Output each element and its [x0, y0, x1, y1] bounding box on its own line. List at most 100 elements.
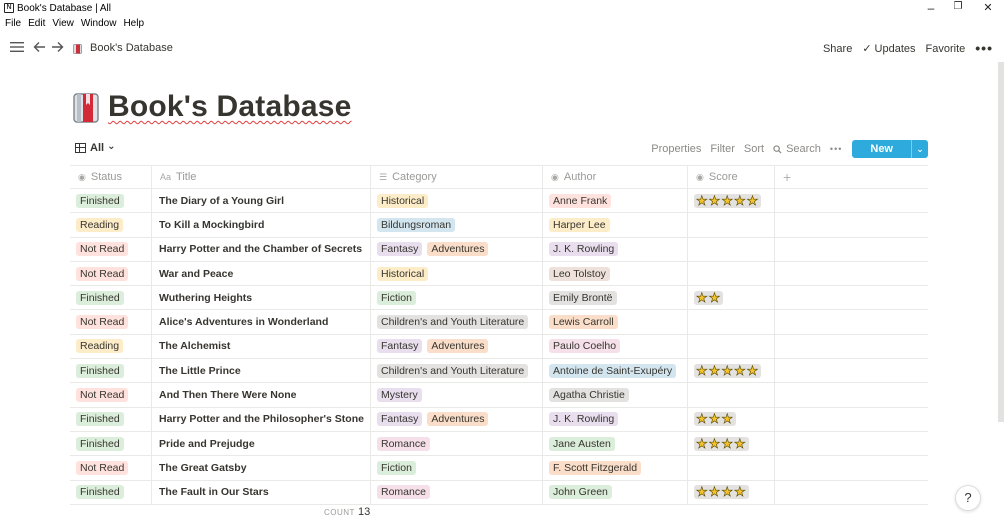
author-cell[interactable]: F. Scott Fitzgerald	[543, 456, 688, 480]
column-header-score[interactable]: ◉ Score	[688, 166, 775, 188]
category-cell[interactable]: Fantasy Adventures	[371, 237, 543, 261]
category-cell[interactable]: Children's and Youth Literature	[371, 310, 543, 334]
view-selector[interactable]: All ⌄	[75, 141, 115, 154]
column-header-title[interactable]: Aa Title	[152, 166, 371, 188]
category-cell[interactable]: Fantasy Adventures	[371, 334, 543, 359]
title-cell[interactable]: Wuthering Heights	[152, 286, 371, 310]
add-column-button[interactable]: +	[775, 166, 928, 188]
more-options-icon[interactable]: •••	[975, 41, 993, 55]
page-book-icon[interactable]	[73, 93, 99, 123]
score-cell[interactable]	[688, 237, 775, 261]
title-cell[interactable]: Pride and Prejudge	[152, 431, 371, 456]
score-cell[interactable]: ★ ★	[688, 286, 775, 310]
new-button[interactable]: New ⌄	[852, 140, 928, 158]
view-more-icon[interactable]: •••	[830, 144, 842, 154]
status-cell[interactable]: Reading	[70, 334, 152, 359]
status-cell[interactable]: Reading	[70, 213, 152, 237]
author-cell[interactable]: Antoine de Saint-Exupéry	[543, 359, 688, 383]
score-cell[interactable]: ★ ★ ★	[688, 407, 775, 431]
status-cell[interactable]: Finished	[70, 286, 152, 310]
author-cell[interactable]: Harper Lee	[543, 213, 688, 237]
sort-button[interactable]: Sort	[744, 143, 764, 155]
status-cell[interactable]: Finished	[70, 431, 152, 456]
title-cell[interactable]: The Diary of a Young Girl	[152, 189, 371, 213]
score-cell[interactable]: ★ ★ ★ ★	[688, 480, 775, 504]
status-cell[interactable]: Finished	[70, 189, 152, 213]
menu-view[interactable]: View	[52, 17, 74, 31]
score-cell[interactable]: ★ ★ ★ ★ ★	[688, 359, 775, 383]
score-cell[interactable]	[688, 456, 775, 480]
author-cell[interactable]: J. K. Rowling	[543, 237, 688, 261]
author-cell[interactable]: Jane Austen	[543, 431, 688, 456]
menu-edit[interactable]: Edit	[28, 17, 45, 31]
author-cell[interactable]: John Green	[543, 480, 688, 504]
score-cell[interactable]	[688, 383, 775, 407]
title-cell[interactable]: Harry Potter and the Philosopher's Stone	[152, 407, 371, 431]
minimize-button[interactable]: –	[921, 1, 941, 15]
category-cell[interactable]: Mystery	[371, 383, 543, 407]
category-cell[interactable]: Fantasy Adventures	[371, 407, 543, 431]
column-header-author[interactable]: ◉ Author	[543, 166, 688, 188]
author-cell[interactable]: Lewis Carroll	[543, 310, 688, 334]
status-cell[interactable]: Finished	[70, 359, 152, 383]
score-cell[interactable]: ★ ★ ★ ★	[688, 431, 775, 456]
score-cell[interactable]	[688, 213, 775, 237]
score-cell[interactable]	[688, 334, 775, 359]
menu-window[interactable]: Window	[81, 17, 117, 31]
category-cell[interactable]: Historical	[371, 189, 543, 213]
favorite-button[interactable]: Favorite	[926, 43, 966, 55]
maximize-button[interactable]: ❐	[948, 1, 968, 12]
author-cell[interactable]: J. K. Rowling	[543, 407, 688, 431]
author-cell[interactable]: Paulo Coelho	[543, 334, 688, 359]
forward-arrow-icon[interactable]	[51, 40, 64, 56]
updates-button[interactable]: ✓ Updates	[862, 42, 915, 55]
new-dropdown-icon[interactable]: ⌄	[911, 140, 928, 158]
page-title[interactable]: Book's Database	[108, 90, 352, 124]
status-cell[interactable]: Not Read	[70, 456, 152, 480]
category-cell[interactable]: Fiction	[371, 456, 543, 480]
category-cell[interactable]: Romance	[371, 431, 543, 456]
scrollbar[interactable]	[998, 62, 1004, 422]
title-cell[interactable]: The Fault in Our Stars	[152, 480, 371, 504]
column-header-category[interactable]: ☰ Category	[371, 166, 543, 188]
status-cell[interactable]: Finished	[70, 480, 152, 504]
menu-help[interactable]: Help	[123, 17, 144, 31]
column-header-status[interactable]: ◉ Status	[70, 166, 152, 188]
help-button[interactable]: ?	[955, 485, 981, 511]
scrollbar-thumb[interactable]	[998, 62, 1004, 422]
score-cell[interactable]: ★ ★ ★ ★ ★	[688, 189, 775, 213]
author-cell[interactable]: Emily Brontë	[543, 286, 688, 310]
breadcrumb[interactable]: Book's Database	[90, 42, 173, 54]
status-cell[interactable]: Not Read	[70, 237, 152, 261]
author-cell[interactable]: Anne Frank	[543, 189, 688, 213]
close-button[interactable]: ✕	[978, 1, 998, 14]
category-cell[interactable]: Children's and Youth Literature	[371, 359, 543, 383]
title-cell[interactable]: The Alchemist	[152, 334, 371, 359]
status-cell[interactable]: Not Read	[70, 310, 152, 334]
category-cell[interactable]: Romance	[371, 480, 543, 504]
filter-button[interactable]: Filter	[710, 143, 734, 155]
properties-button[interactable]: Properties	[651, 143, 701, 155]
status-cell[interactable]: Not Read	[70, 261, 152, 286]
category-cell[interactable]: Fiction	[371, 286, 543, 310]
title-cell[interactable]: To Kill a Mockingbird	[152, 213, 371, 237]
menu-file[interactable]: File	[5, 17, 21, 31]
category-cell[interactable]: Bildungsroman	[371, 213, 543, 237]
hamburger-menu-icon[interactable]	[10, 40, 24, 56]
score-cell[interactable]	[688, 261, 775, 286]
title-cell[interactable]: Harry Potter and the Chamber of Secrets	[152, 237, 371, 261]
title-cell[interactable]: And Then There Were None	[152, 383, 371, 407]
title-cell[interactable]: The Great Gatsby	[152, 456, 371, 480]
score-cell[interactable]	[688, 310, 775, 334]
author-cell[interactable]: Agatha Christie	[543, 383, 688, 407]
title-cell[interactable]: Alice's Adventures in Wonderland	[152, 310, 371, 334]
status-cell[interactable]: Finished	[70, 407, 152, 431]
search-button[interactable]: Search	[773, 143, 821, 155]
title-cell[interactable]: The Little Prince	[152, 359, 371, 383]
share-button[interactable]: Share	[823, 43, 852, 55]
author-cell[interactable]: Leo Tolstoy	[543, 261, 688, 286]
status-cell[interactable]: Not Read	[70, 383, 152, 407]
title-cell[interactable]: War and Peace	[152, 261, 371, 286]
back-arrow-icon[interactable]	[33, 40, 46, 56]
category-cell[interactable]: Historical	[371, 261, 543, 286]
